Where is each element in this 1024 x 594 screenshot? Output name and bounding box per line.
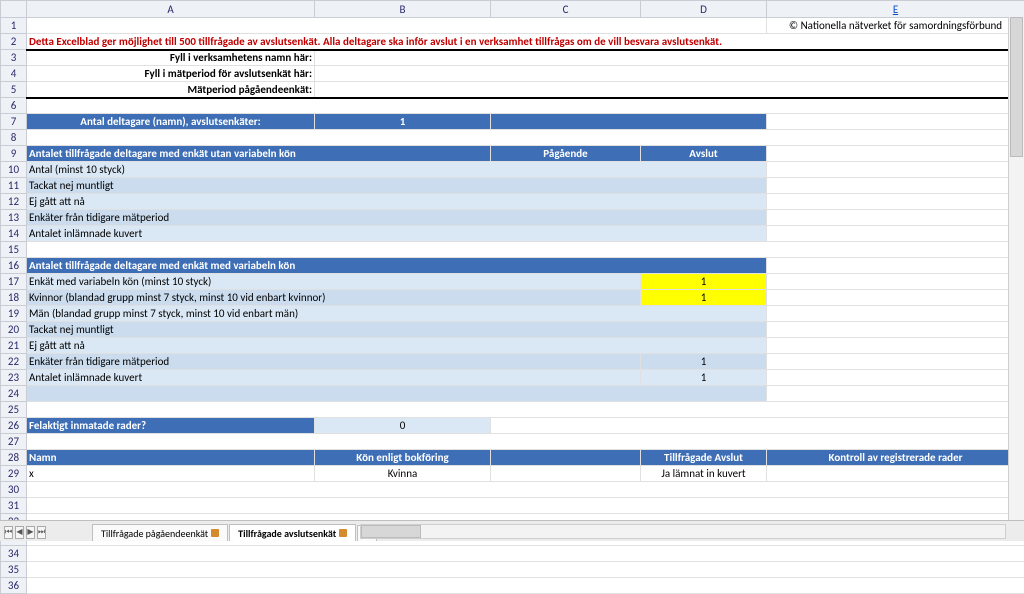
sheet-tab-pagaende[interactable]: Tillfrågade pågåendeenkät: [92, 524, 228, 541]
tab-nav-next[interactable]: ▶: [26, 526, 35, 539]
row-6[interactable]: 6: [1, 98, 27, 114]
row-17[interactable]: 17: [1, 274, 27, 290]
row-8[interactable]: 8: [1, 130, 27, 146]
row-24[interactable]: 24: [1, 386, 27, 402]
row-3[interactable]: 3: [1, 50, 27, 66]
spreadsheet-grid[interactable]: A B C D E 1 © Nationella nätverket för s…: [0, 0, 1024, 594]
row-20[interactable]: 20: [1, 322, 27, 338]
row-7[interactable]: 7: [1, 114, 27, 130]
col-C[interactable]: C: [491, 1, 641, 18]
row-18[interactable]: 18: [1, 290, 27, 306]
row-27[interactable]: 27: [1, 434, 27, 450]
sheet-tab-bar: ⏮ ◀ ▶ ⏭ Tillfrågade pågåendeenkät Tillfr…: [0, 520, 1024, 541]
sheet-tab-avslut[interactable]: Tillfrågade avslutsenkät: [229, 524, 356, 541]
row-1[interactable]: 1: [1, 18, 27, 34]
row-25[interactable]: 25: [1, 402, 27, 418]
row-30[interactable]: 30: [1, 482, 27, 498]
footer-link[interactable]: © Nationella nätverket för samordningsfö…: [767, 18, 1024, 34]
row-12[interactable]: 12: [1, 194, 27, 210]
horizontal-scrollbar[interactable]: [360, 524, 1006, 539]
row-21[interactable]: 21: [1, 338, 27, 354]
tab-nav-last[interactable]: ⏭: [37, 526, 46, 539]
row-13[interactable]: 13: [1, 210, 27, 226]
col-B[interactable]: B: [315, 1, 491, 18]
row-2[interactable]: 2: [1, 34, 27, 50]
row-35[interactable]: 35: [1, 562, 27, 578]
tab-nav-first[interactable]: ⏮: [4, 526, 13, 539]
row-34[interactable]: 34: [1, 546, 27, 562]
col-E[interactable]: E: [767, 1, 1024, 18]
row-26[interactable]: 26: [1, 418, 27, 434]
row-19[interactable]: 19: [1, 306, 27, 322]
vertical-scrollbar[interactable]: [1008, 17, 1024, 520]
tab-nav-prev[interactable]: ◀: [15, 526, 24, 539]
row-31[interactable]: 31: [1, 498, 27, 514]
vscroll-thumb[interactable]: [1010, 17, 1023, 157]
row-28[interactable]: 28: [1, 450, 27, 466]
row-23[interactable]: 23: [1, 370, 27, 386]
row-4[interactable]: 4: [1, 66, 27, 82]
row-14[interactable]: 14: [1, 226, 27, 242]
row-9[interactable]: 9: [1, 146, 27, 162]
column-headers-row: A B C D E: [1, 1, 1024, 18]
lock-icon: [339, 529, 347, 537]
col-D[interactable]: D: [641, 1, 767, 18]
select-all-corner[interactable]: [1, 1, 27, 18]
row-16[interactable]: 16: [1, 258, 27, 274]
lock-icon: [211, 529, 219, 537]
row-22[interactable]: 22: [1, 354, 27, 370]
row-10[interactable]: 10: [1, 162, 27, 178]
row-36[interactable]: 36: [1, 578, 27, 594]
row-29[interactable]: 29: [1, 466, 27, 482]
row-11[interactable]: 11: [1, 178, 27, 194]
warning-text: Detta Excelblad ger möjlighet till 500 t…: [29, 35, 722, 48]
row-5[interactable]: 5: [1, 82, 27, 98]
col-A[interactable]: A: [27, 1, 315, 18]
hscroll-thumb[interactable]: [361, 525, 421, 538]
row-15[interactable]: 15: [1, 242, 27, 258]
